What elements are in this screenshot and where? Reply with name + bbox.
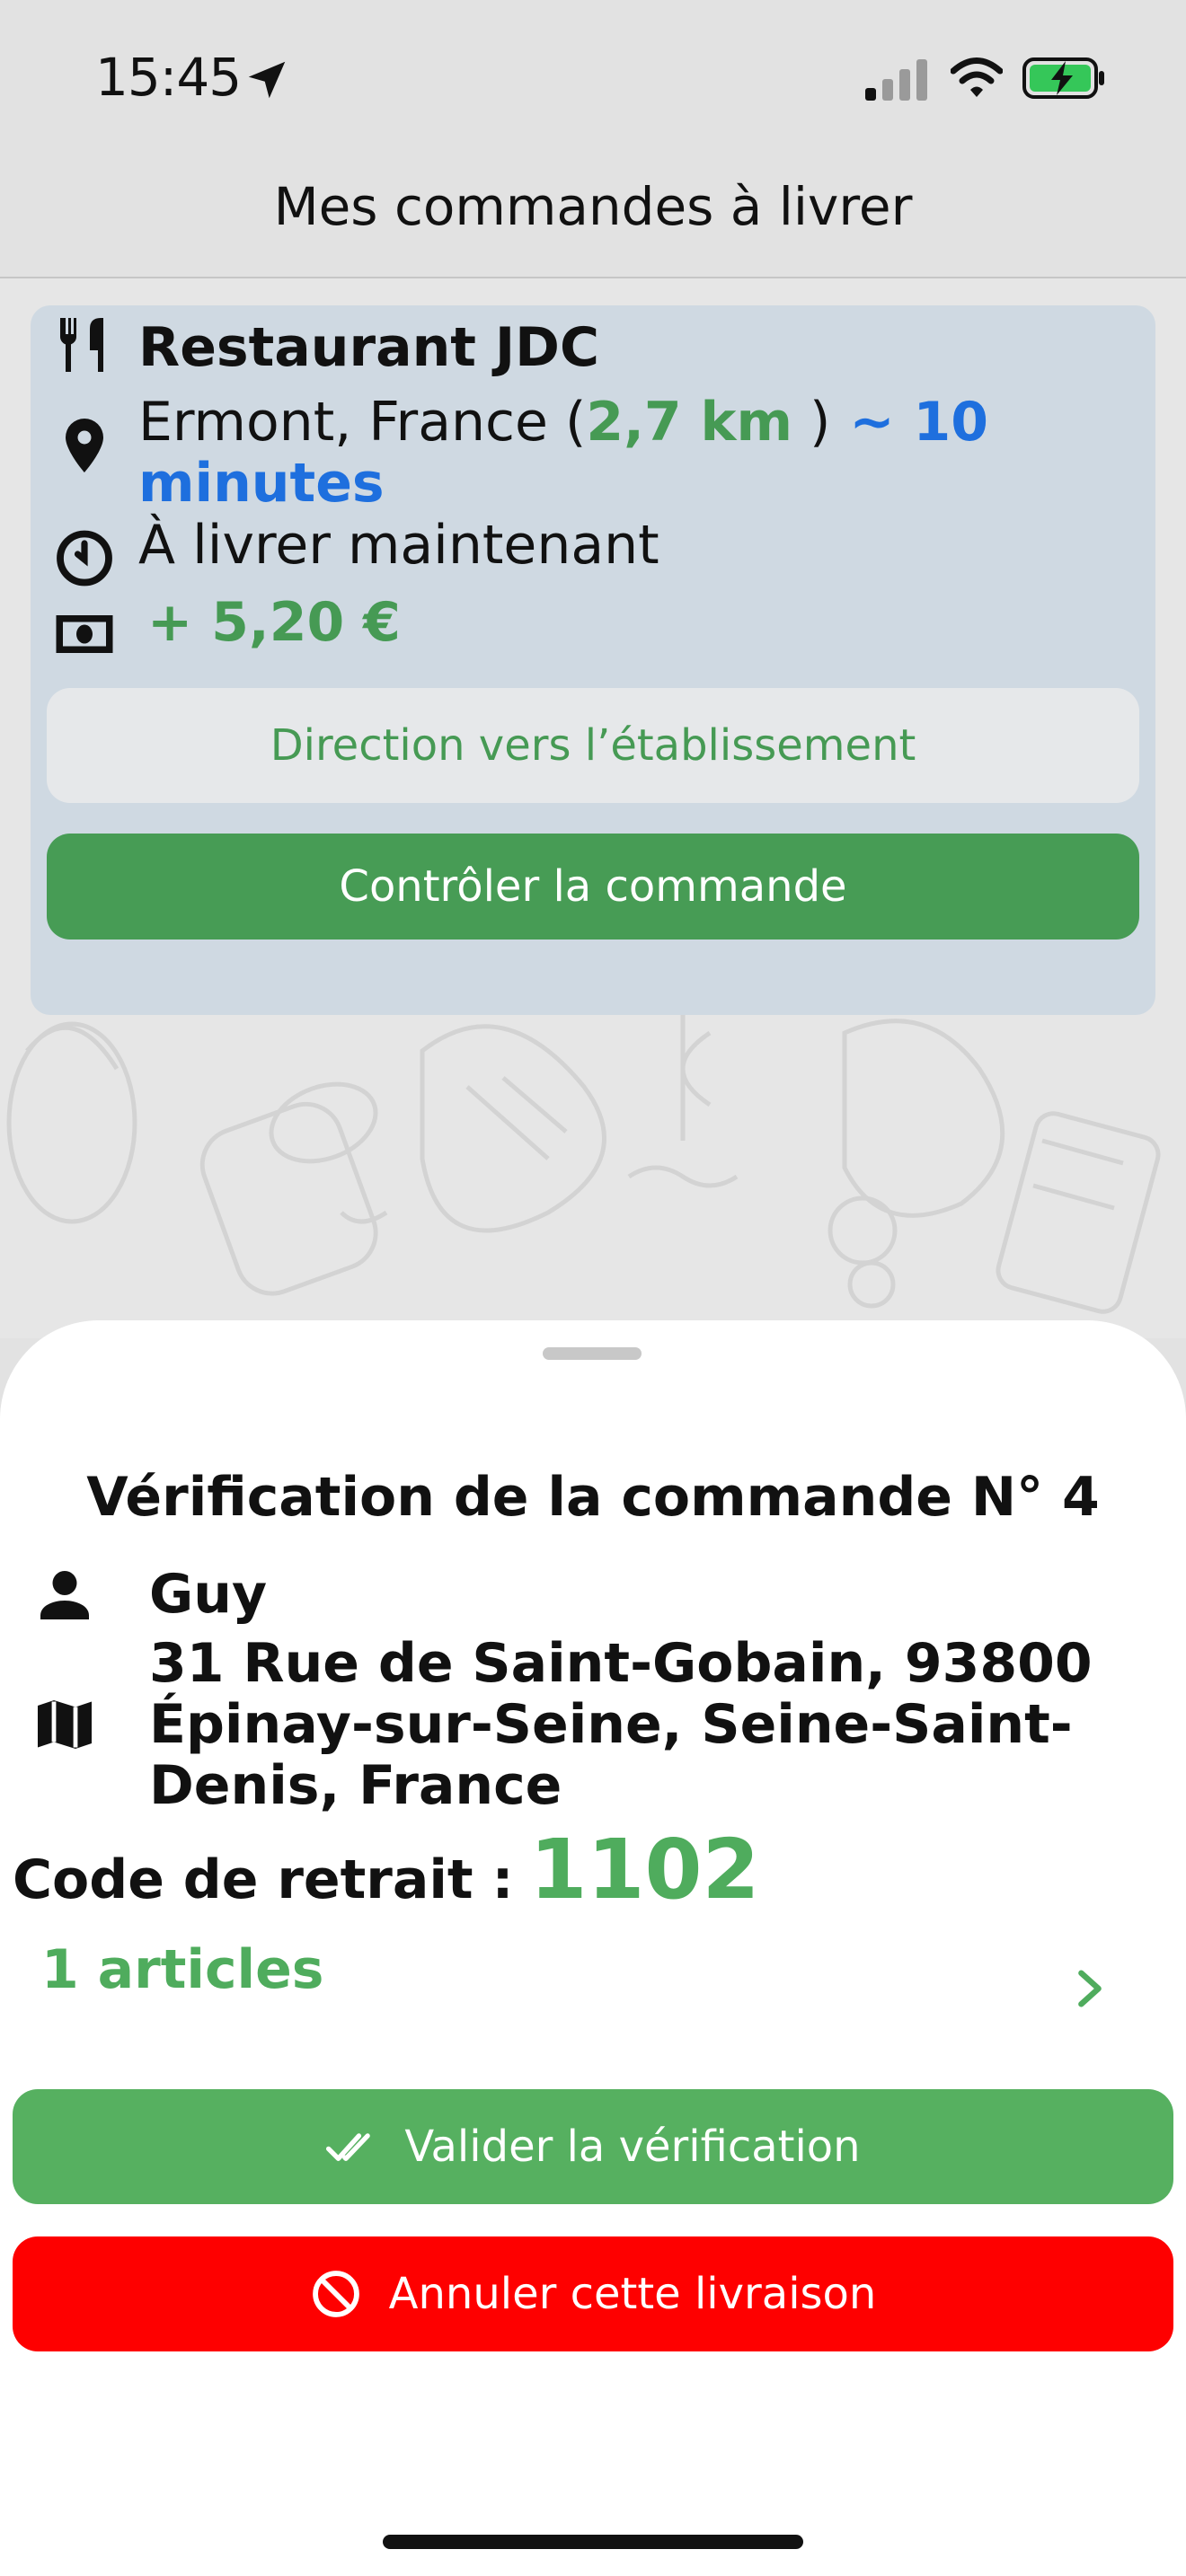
- location-arrow-icon: [248, 61, 286, 99]
- wifi-icon: [951, 57, 1003, 97]
- address-separator: ): [792, 391, 831, 454]
- verification-sheet: Vérification de la commande N° 4 Guy 31 …: [0, 1320, 1186, 2576]
- distance-value: 2,7 km: [586, 391, 792, 454]
- home-indicator[interactable]: [383, 2535, 803, 2549]
- page-title: Mes commandes à livrer: [273, 176, 913, 237]
- restaurant-name: Restaurant JDC: [138, 316, 600, 379]
- sheet-grabber[interactable]: [543, 1347, 642, 1360]
- restaurant-address: Ermont, France (2,7 km ) ~ 10 minutes: [138, 392, 1091, 514]
- pickup-code-value: 1102: [529, 1822, 760, 1918]
- status-bar: 15:45: [0, 0, 1186, 153]
- utensils-icon: [60, 318, 103, 372]
- double-check-icon: [326, 2133, 371, 2161]
- cellular-signal-icon: [865, 59, 927, 101]
- battery-charging-icon: [1022, 57, 1104, 99]
- sheet-title: Vérification de la commande N° 4: [86, 1466, 1100, 1529]
- articles-link[interactable]: 1 articles: [41, 1938, 324, 2001]
- address-city: Ermont, France (: [138, 391, 587, 454]
- map-icon: [38, 1700, 92, 1749]
- customer-name: Guy: [149, 1563, 268, 1626]
- direction-button[interactable]: Direction vers l’établissement: [47, 688, 1139, 803]
- pickup-code: Code de retrait : 1102: [13, 1822, 760, 1918]
- clock-icon: [57, 530, 112, 587]
- delivery-time: À livrer maintenant: [138, 514, 659, 577]
- ban-icon: [312, 2271, 359, 2317]
- control-order-button[interactable]: Contrôler la commande: [47, 834, 1139, 940]
- cancel-button-label: Annuler cette livraison: [388, 2269, 877, 2319]
- order-card: Restaurant JDC Ermont, France (2,7 km ) …: [31, 305, 1155, 1015]
- validate-button-label: Valider la vérification: [404, 2122, 861, 2172]
- earnings-value: + 5,20 €: [147, 591, 401, 654]
- map-pin-icon: [66, 419, 103, 472]
- customer-address: 31 Rue de Saint-Gobain, 93800 Épinay-sur…: [149, 1632, 1093, 1817]
- chevron-right-icon[interactable]: [1069, 1965, 1111, 2012]
- pickup-code-label: Code de retrait :: [13, 1848, 514, 1911]
- validate-verification-button[interactable]: Valider la vérification: [13, 2089, 1173, 2204]
- cancel-delivery-button[interactable]: Annuler cette livraison: [13, 2236, 1173, 2351]
- person-icon: [40, 1571, 89, 1619]
- banknote-icon: [56, 615, 113, 653]
- status-time: 15:45: [95, 47, 242, 108]
